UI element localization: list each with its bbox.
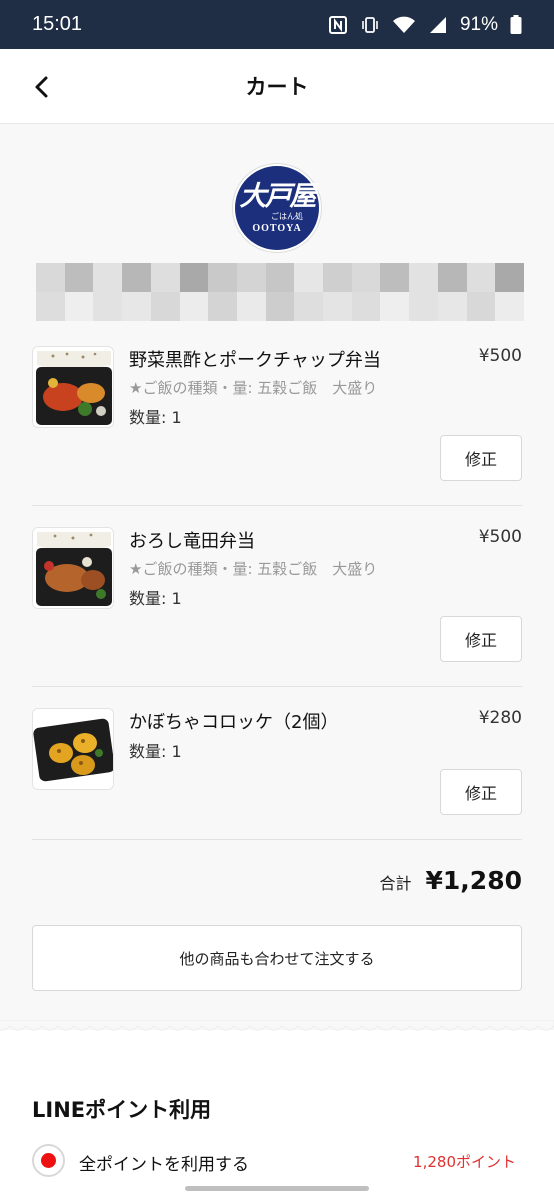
cart-item: おろし竜田弁当 ¥500 ★ご飯の種類・量: 五穀ご飯 大盛り 数量: 1 修正 xyxy=(32,527,522,662)
divider xyxy=(32,839,522,840)
order-more-button[interactable]: 他の商品も合わせて注文する xyxy=(32,925,522,991)
logo-sub: ごはん処 xyxy=(271,211,303,221)
item-name: かぼちゃコロッケ（2個） xyxy=(129,712,339,733)
divider xyxy=(32,686,522,687)
home-indicator[interactable] xyxy=(185,1186,369,1191)
battery-icon xyxy=(510,14,522,34)
page-title: カート xyxy=(245,75,309,99)
edit-item-button[interactable]: 修正 xyxy=(440,769,522,815)
item-quantity: 数量: 1 xyxy=(129,408,182,427)
edit-item-button[interactable]: 修正 xyxy=(440,616,522,662)
status-time: 15:01 xyxy=(32,13,83,35)
edit-item-button[interactable]: 修正 xyxy=(440,435,522,481)
item-price: ¥500 xyxy=(478,346,522,366)
use-all-points-label[interactable]: 全ポイントを利用する xyxy=(79,1150,249,1175)
item-option: ★ご飯の種類・量: 五穀ご飯 大盛り xyxy=(129,560,378,578)
nfc-icon xyxy=(328,15,347,34)
status-bar: 15:01 91% xyxy=(0,0,554,49)
item-quantity: 数量: 1 xyxy=(129,742,182,761)
item-price: ¥500 xyxy=(478,527,522,547)
shop-name-redacted xyxy=(36,263,524,321)
use-all-points-radio[interactable] xyxy=(32,1144,65,1177)
status-icons: 91% xyxy=(328,14,522,36)
points-section-title: LINEポイント利用 xyxy=(32,1098,212,1122)
app-header: カート xyxy=(0,49,554,124)
cart-section: 大戸屋 ごはん処 OOTOYA 野菜黒酢とポークチャップ弁当 ¥500 ★ご飯の… xyxy=(0,124,554,1030)
item-thumbnail xyxy=(32,708,114,790)
divider xyxy=(32,505,522,506)
shop-logo: 大戸屋 ごはん処 OOTOYA xyxy=(233,164,321,252)
signal-icon xyxy=(429,16,446,33)
item-price: ¥280 xyxy=(478,708,522,728)
battery-percent: 91% xyxy=(459,13,498,35)
logo-kanji: 大戸屋 xyxy=(239,180,317,212)
radio-selected-dot xyxy=(41,1153,56,1168)
chevron-left-icon xyxy=(35,76,48,98)
vibrate-icon xyxy=(362,16,378,33)
item-thumbnail xyxy=(32,346,114,428)
total-label: 合計 xyxy=(379,874,412,893)
points-amount: 1,280ポイント xyxy=(413,1153,516,1171)
scalloped-divider xyxy=(0,1020,554,1031)
item-name: おろし竜田弁当 xyxy=(129,531,255,552)
total-value: ¥1,280 xyxy=(425,866,522,895)
cart-item: 野菜黒酢とポークチャップ弁当 ¥500 ★ご飯の種類・量: 五穀ご飯 大盛り 数… xyxy=(32,346,522,481)
item-quantity: 数量: 1 xyxy=(129,589,182,608)
item-thumbnail xyxy=(32,527,114,609)
wifi-icon xyxy=(392,16,415,33)
item-option: ★ご飯の種類・量: 五穀ご飯 大盛り xyxy=(129,379,378,397)
cart-total: 合計 ¥1,280 xyxy=(380,866,523,895)
logo-en: OOTOYA xyxy=(252,222,302,234)
cart-item: かぼちゃコロッケ（2個） ¥280 数量: 1 修正 xyxy=(32,708,522,818)
item-name: 野菜黒酢とポークチャップ弁当 xyxy=(129,350,381,371)
back-button[interactable] xyxy=(24,69,60,105)
